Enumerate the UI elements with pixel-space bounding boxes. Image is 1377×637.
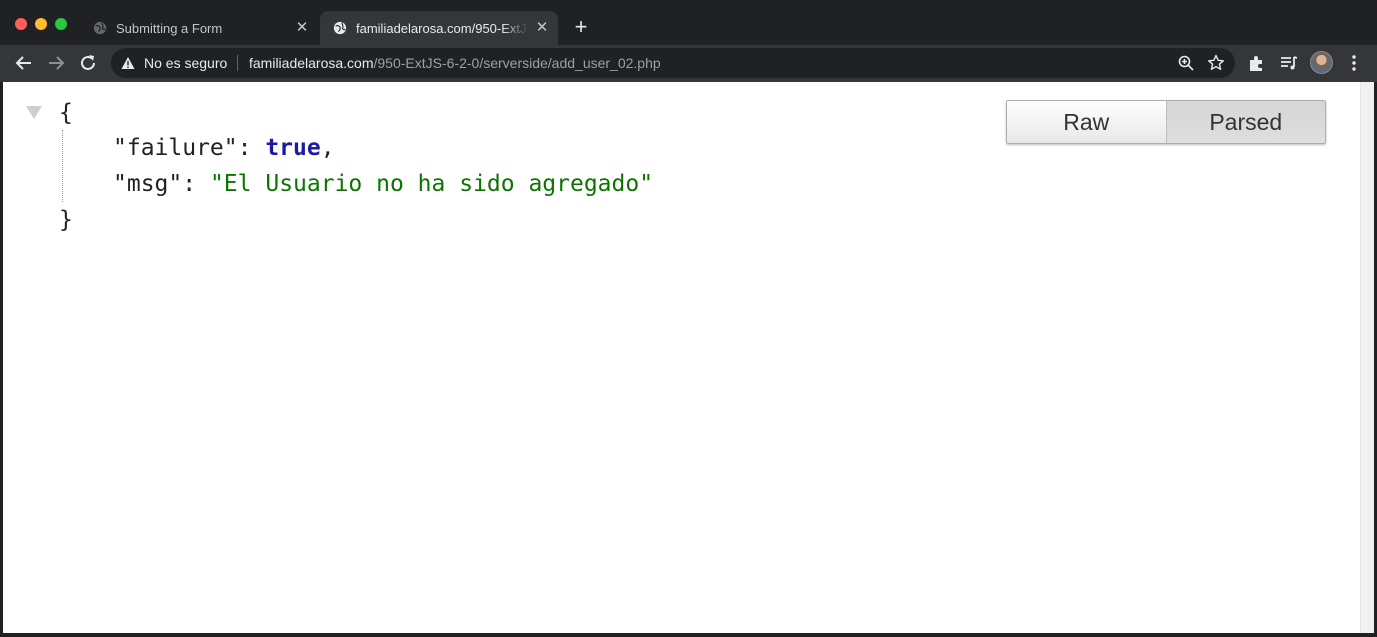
json-key: "failure" <box>113 135 238 161</box>
json-entry: "failure": true, <box>113 135 335 161</box>
more-menu-icon[interactable] <box>1344 53 1364 73</box>
globe-icon <box>93 21 107 35</box>
browser-window: Submitting a Form ✕ familiadelarosa.com/… <box>0 0 1377 637</box>
json-boolean-value: true <box>265 135 321 161</box>
globe-icon <box>333 21 347 35</box>
indent-guide <box>62 130 63 202</box>
browser-toolbar: No es seguro familiadelarosa.com/950-Ext… <box>0 45 1377 82</box>
tab-submitting-a-form[interactable]: Submitting a Form ✕ <box>80 11 318 45</box>
view-mode-toggle: Raw Parsed <box>1006 100 1326 144</box>
parsed-button[interactable]: Parsed <box>1166 101 1325 143</box>
extensions-puzzle-icon[interactable] <box>1247 53 1267 73</box>
warning-icon[interactable] <box>121 56 135 70</box>
url-path: /950-ExtJS-6-2-0/serverside/add_user_02.… <box>373 55 661 71</box>
url-text[interactable]: familiadelarosa.com/950-ExtJS-6-2-0/serv… <box>249 55 661 71</box>
json-string-value: "El Usuario no ha sido agregado" <box>209 171 654 197</box>
raw-button[interactable]: Raw <box>1007 101 1167 143</box>
page-content: { "failure": true, "msg": "El Usuario no… <box>3 82 1360 633</box>
json-key: "msg" <box>113 171 183 197</box>
media-queue-icon[interactable] <box>1279 53 1299 73</box>
json-comma: , <box>320 135 335 161</box>
forward-arrow-icon[interactable] <box>45 52 67 74</box>
open-brace: { <box>59 100 73 126</box>
close-icon[interactable]: ✕ <box>294 20 310 36</box>
bookmark-star-icon[interactable] <box>1207 54 1225 72</box>
security-status-label[interactable]: No es seguro <box>144 55 227 71</box>
url-host: familiadelarosa.com <box>249 55 374 71</box>
tab-title: Submitting a Form <box>116 20 223 36</box>
reload-icon[interactable] <box>77 52 99 74</box>
close-icon[interactable]: ✕ <box>534 20 550 36</box>
address-bar[interactable]: No es seguro familiadelarosa.com/950-Ext… <box>111 48 1235 78</box>
tab-add-user[interactable]: familiadelarosa.com/950-ExtJS-6-2-0/serv… <box>320 11 558 45</box>
divider <box>237 55 238 71</box>
maximize-window-button[interactable] <box>55 18 67 30</box>
minimize-window-button[interactable] <box>35 18 47 30</box>
vertical-scrollbar[interactable] <box>1360 82 1374 633</box>
json-entry: "msg": "El Usuario no ha sido agregado" <box>113 171 654 197</box>
new-tab-button[interactable]: + <box>570 16 592 38</box>
collapse-toggle-icon[interactable] <box>26 106 42 119</box>
close-brace: } <box>59 207 73 233</box>
zoom-icon[interactable] <box>1177 54 1195 72</box>
back-arrow-icon[interactable] <box>13 52 35 74</box>
tab-title: familiadelarosa.com/950-ExtJS-6-2-0/serv… <box>356 20 528 36</box>
close-window-button[interactable] <box>15 18 27 30</box>
profile-avatar[interactable] <box>1310 51 1333 74</box>
tab-strip: Submitting a Form ✕ familiadelarosa.com/… <box>0 0 1377 45</box>
